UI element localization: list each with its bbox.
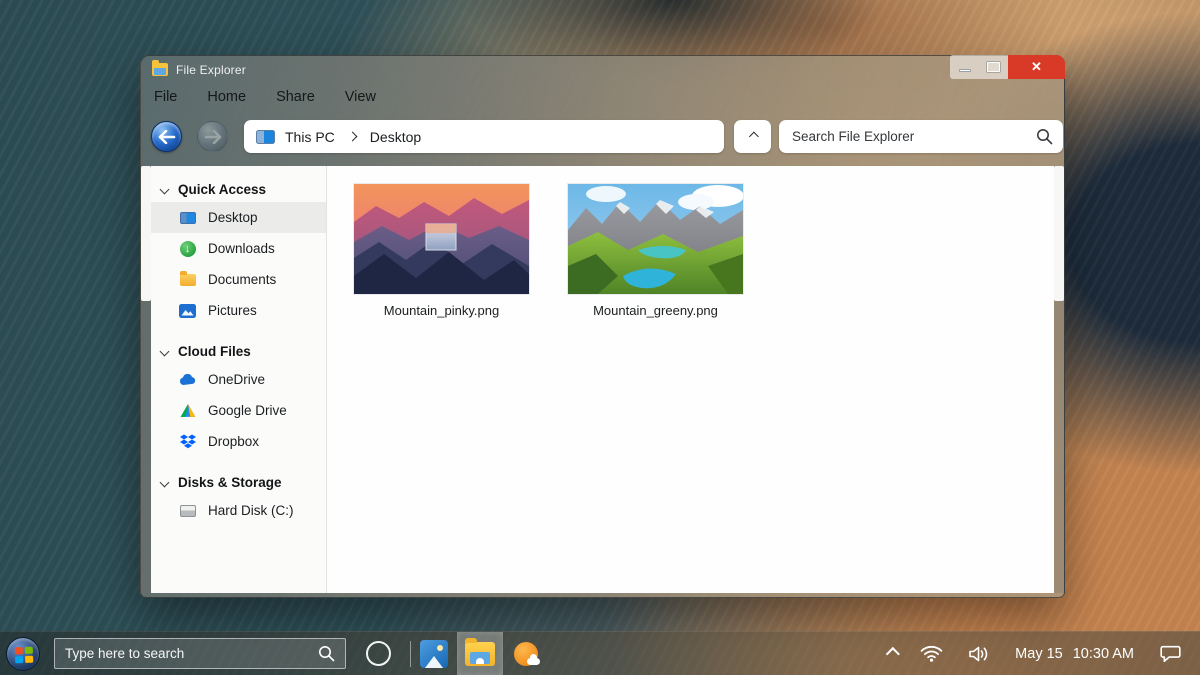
action-center-button[interactable] [1159, 644, 1182, 663]
sidebar-item-downloads[interactable]: ↓ Downloads [151, 233, 326, 264]
desktop-icon [179, 209, 196, 226]
menu-share[interactable]: Share [276, 89, 315, 105]
maximize-button[interactable] [979, 55, 1008, 79]
sidebar: Quick Access Desktop ↓ Downloads Documen… [151, 166, 326, 593]
window-title: File Explorer [176, 63, 246, 77]
breadcrumb[interactable]: This PC Desktop [244, 120, 724, 153]
chevron-up-icon [749, 132, 759, 142]
window-titlebar[interactable]: File Explorer ✕ [141, 56, 1064, 83]
content-scrollbar[interactable] [1054, 166, 1064, 593]
sidebar-section-quick-access[interactable]: Quick Access [151, 176, 326, 202]
forward-arrow-icon [204, 130, 222, 144]
file-item-mountain-pinky[interactable]: Mountain_pinky.png [354, 184, 529, 318]
explorer-search-input[interactable] [792, 129, 1036, 144]
start-button[interactable] [0, 632, 46, 675]
taskbar-time: 10:30 AM [1073, 646, 1134, 662]
breadcrumb-root[interactable]: This PC [285, 129, 335, 145]
file-list[interactable]: Mountain_pinky.png [327, 166, 1054, 593]
volume-button[interactable] [968, 645, 990, 663]
minimize-icon [959, 69, 971, 72]
wifi-button[interactable] [920, 645, 943, 662]
explorer-search-box[interactable] [779, 120, 1063, 153]
file-thumbnail-pinky [354, 184, 529, 294]
sidebar-item-onedrive[interactable]: OneDrive [151, 364, 326, 395]
navigation-bar: This PC Desktop [141, 115, 1064, 161]
sidebar-scrollbar[interactable] [141, 166, 151, 593]
sidebar-item-dropbox[interactable]: Dropbox [151, 426, 326, 457]
notification-bubble-icon [1159, 644, 1182, 663]
wifi-icon [920, 645, 943, 662]
file-item-mountain-greeny[interactable]: Mountain_greeny.png [568, 184, 743, 318]
volume-icon [968, 645, 990, 663]
file-explorer-app-icon [465, 642, 495, 666]
sidebar-scrollbar-thumb[interactable] [141, 166, 151, 301]
breadcrumb-chevron-icon [347, 132, 357, 142]
menu-view[interactable]: View [345, 89, 376, 105]
chevron-up-icon [886, 646, 900, 660]
forward-button[interactable] [197, 121, 228, 152]
close-icon: ✕ [1031, 59, 1042, 75]
taskbar-clock[interactable]: May 15 10:30 AM [1015, 646, 1134, 662]
back-button[interactable] [151, 121, 182, 152]
sidebar-item-documents[interactable]: Documents [151, 264, 326, 295]
sidebar-item-hard-disk-c[interactable]: Hard Disk (C:) [151, 495, 326, 526]
search-icon [318, 645, 335, 662]
file-name: Mountain_greeny.png [593, 303, 718, 318]
folder-icon [152, 63, 168, 76]
pictures-icon [179, 302, 196, 319]
system-tray: May 15 10:30 AM [885, 644, 1200, 663]
documents-icon [179, 271, 196, 288]
show-hidden-icons-button[interactable] [885, 649, 895, 659]
sidebar-item-desktop[interactable]: Desktop [151, 202, 326, 233]
windows-logo-icon [6, 637, 40, 671]
file-thumbnail-greeny [568, 184, 743, 294]
photos-app-icon [420, 640, 448, 668]
taskbar-app-photos[interactable] [411, 632, 457, 675]
menu-bar: File Home Share View [141, 83, 1064, 113]
breadcrumb-current[interactable]: Desktop [370, 129, 421, 145]
cortana-button[interactable] [366, 641, 391, 666]
back-arrow-icon [158, 130, 176, 144]
taskbar-app-file-explorer[interactable] [457, 632, 503, 675]
sidebar-item-google-drive[interactable]: Google Drive [151, 395, 326, 426]
taskbar-app-weather[interactable] [503, 632, 549, 675]
file-explorer-window: File Explorer ✕ File Home Share View [140, 55, 1065, 598]
taskbar-date: May 15 [1015, 646, 1063, 662]
window-controls: ✕ [950, 55, 1065, 79]
this-pc-icon [256, 130, 275, 144]
chevron-down-icon [160, 346, 170, 356]
taskbar-search-box[interactable] [54, 638, 346, 669]
maximize-icon [987, 62, 1000, 72]
hard-disk-icon [179, 502, 196, 519]
content-scrollbar-thumb[interactable] [1054, 166, 1064, 301]
search-icon [1036, 128, 1053, 145]
weather-app-icon [512, 640, 540, 668]
minimize-button[interactable] [950, 55, 979, 79]
downloads-icon: ↓ [179, 240, 196, 257]
google-drive-icon [179, 402, 196, 419]
window-content: Quick Access Desktop ↓ Downloads Documen… [141, 166, 1064, 593]
onedrive-icon [179, 371, 196, 388]
taskbar-search-input[interactable] [65, 646, 318, 661]
sidebar-item-pictures[interactable]: Pictures [151, 295, 326, 326]
chevron-down-icon [160, 184, 170, 194]
menu-home[interactable]: Home [207, 89, 246, 105]
file-name: Mountain_pinky.png [384, 303, 499, 318]
taskbar: May 15 10:30 AM [0, 631, 1200, 675]
up-button[interactable] [734, 120, 771, 153]
chevron-down-icon [160, 477, 170, 487]
close-button[interactable]: ✕ [1008, 55, 1065, 79]
sidebar-section-disks-storage[interactable]: Disks & Storage [151, 469, 326, 495]
dropbox-icon [179, 433, 196, 450]
sidebar-section-cloud-files[interactable]: Cloud Files [151, 338, 326, 364]
menu-file[interactable]: File [154, 89, 177, 105]
